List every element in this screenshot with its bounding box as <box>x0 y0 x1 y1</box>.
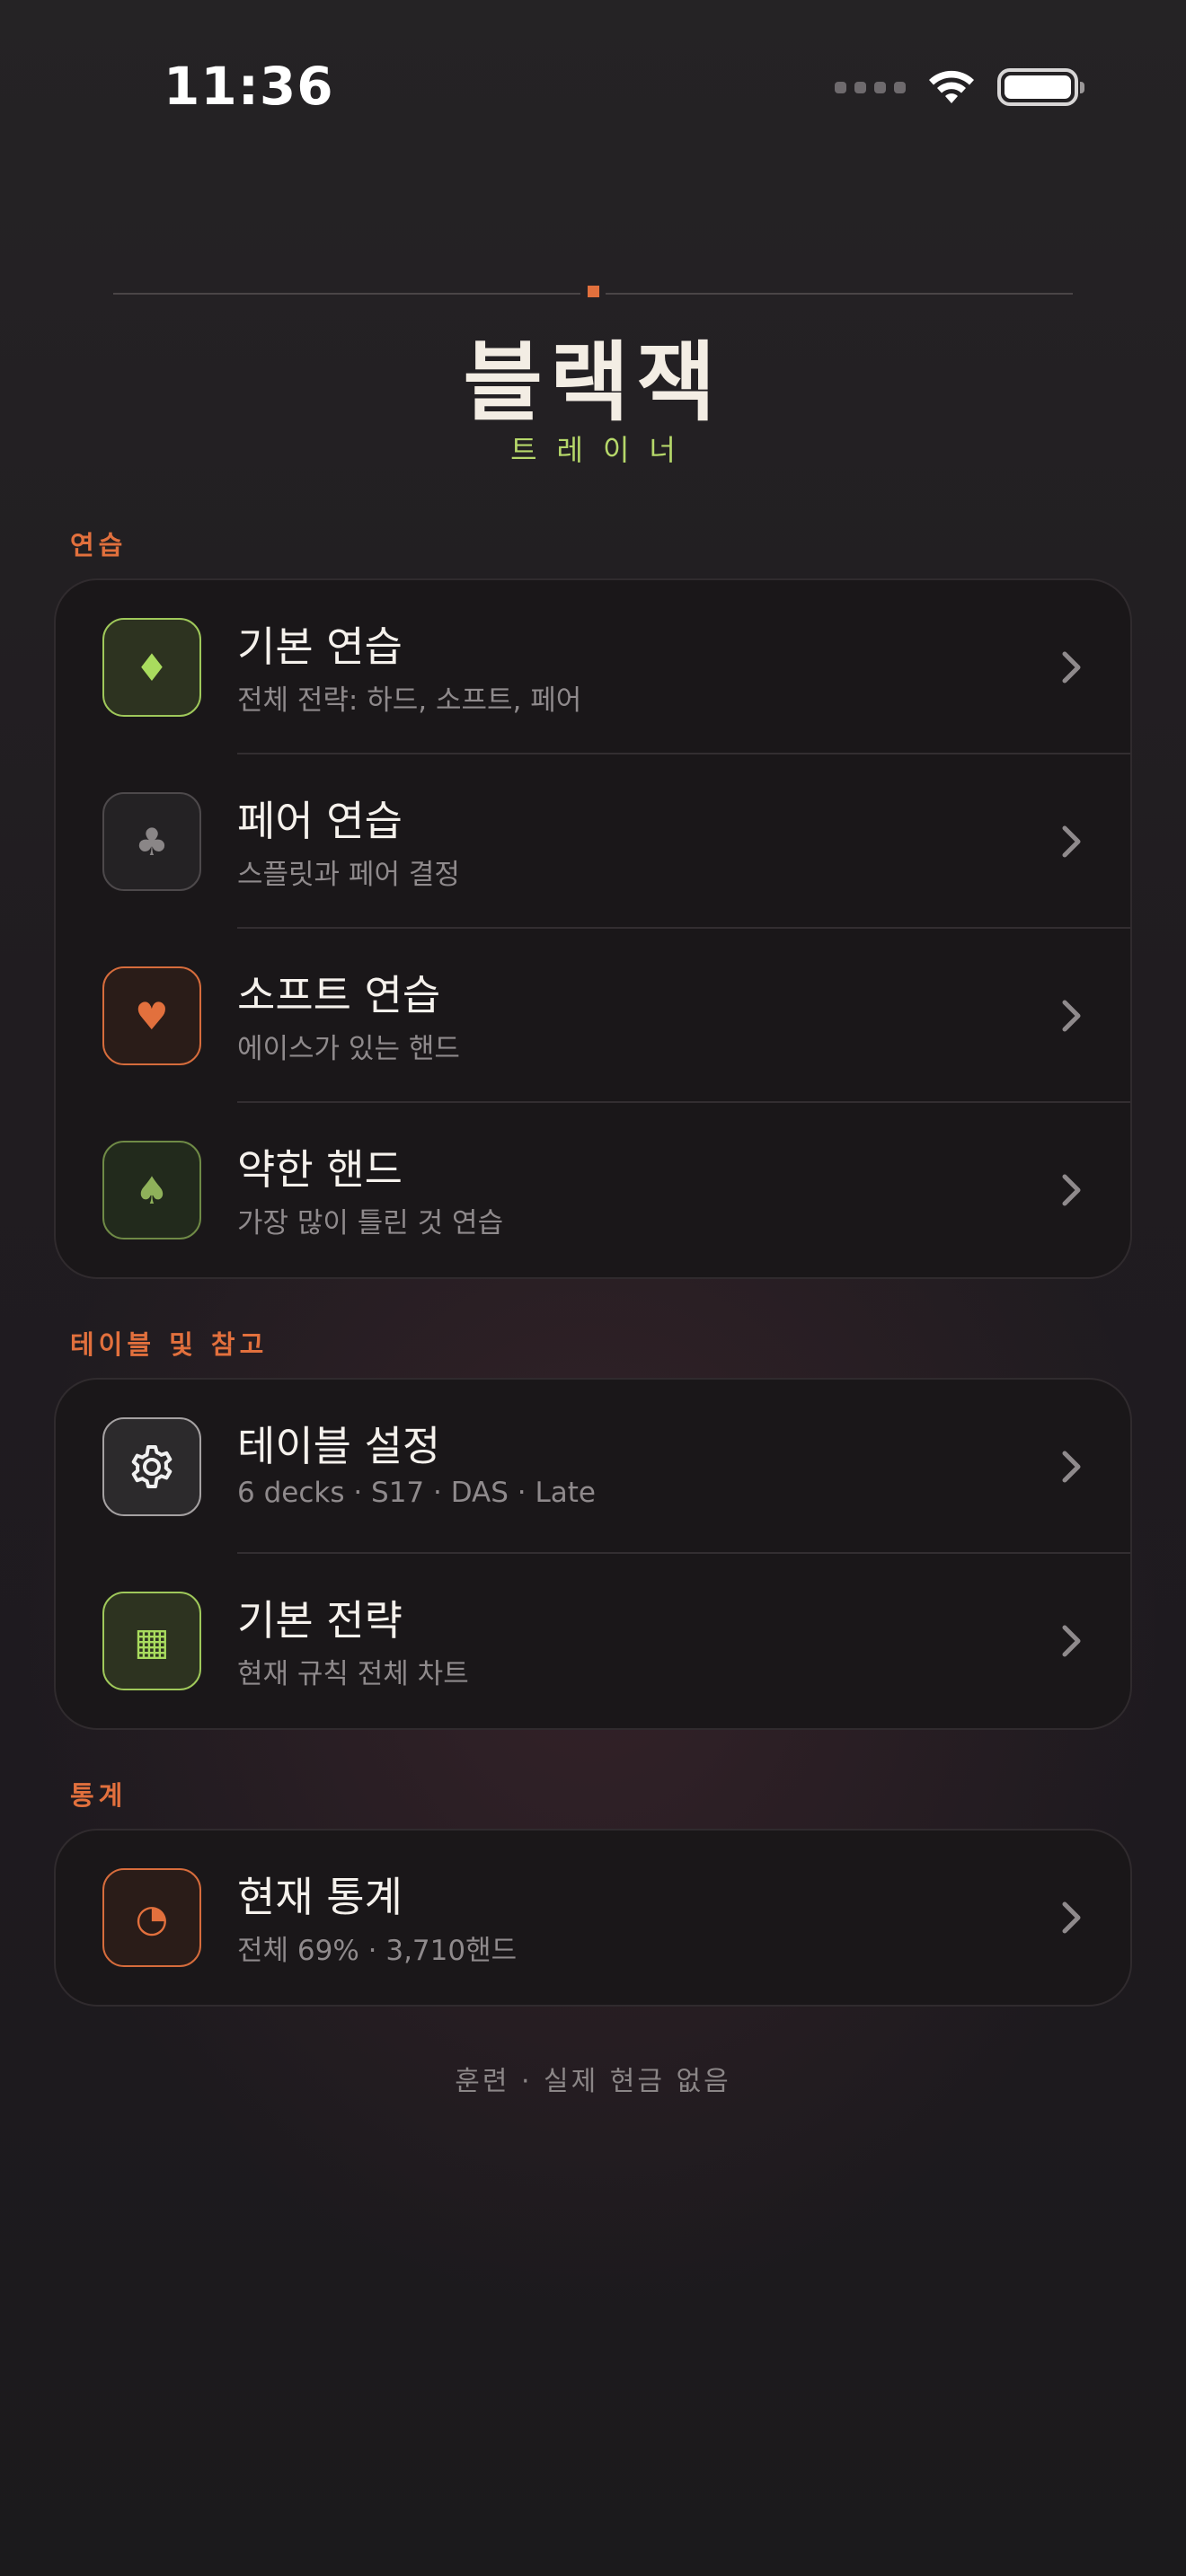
club-icon: ♣ <box>102 792 201 891</box>
header-accent-dot <box>588 286 599 297</box>
table-reference-card: 테이블 설정 6 decks · S17 · DAS · Late ▦ 기본 전… <box>54 1378 1132 1730</box>
row-title: 약한 핸드 <box>237 1145 403 1194</box>
row-title: 기본 전략 <box>237 1596 403 1645</box>
menu-row-basic-practice[interactable]: ♦ 기본 연습 전체 전략: 하드, 소프트, 페어 <box>56 580 1130 754</box>
row-title: 기본 연습 <box>237 622 403 671</box>
chevron-right-icon <box>1062 1901 1081 1934</box>
menu-row-pair-practice[interactable]: ♣ 페어 연습 스플릿과 페어 결정 <box>56 754 1130 929</box>
grid-icon: ▦ <box>102 1592 201 1690</box>
chevron-right-icon <box>1062 1451 1081 1483</box>
chevron-right-icon <box>1062 1625 1081 1657</box>
footer-note: 훈련 · 실제 현금 없음 <box>455 2066 731 2097</box>
chevron-right-icon <box>1062 825 1081 858</box>
chevron-right-icon <box>1062 651 1081 684</box>
status-icons <box>835 65 1084 110</box>
row-subtitle: 에이스가 있는 핸드 <box>237 1033 460 1065</box>
chevron-right-icon <box>1062 1000 1081 1032</box>
app-title: 블랙잭 <box>463 332 723 433</box>
practice-card: ♦ 기본 연습 전체 전략: 하드, 소프트, 페어 ♣ 페어 연습 스플릿과 … <box>54 578 1132 1279</box>
menu-row-soft-practice[interactable]: ♥ 소프트 연습 에이스가 있는 핸드 <box>56 929 1130 1103</box>
status-time: 11:36 <box>164 56 334 117</box>
diamond-icon: ♦ <box>102 618 201 717</box>
menu-row-basic-strategy[interactable]: ▦ 기본 전략 현재 규칙 전체 차트 <box>56 1554 1130 1728</box>
row-subtitle: 전체 69% · 3,710핸드 <box>237 1935 518 1967</box>
app-subtitle: 트레이너 <box>510 433 695 467</box>
stats-card: ◔ 현재 통계 전체 69% · 3,710핸드 <box>54 1829 1132 2007</box>
chevron-right-icon <box>1062 1174 1081 1206</box>
header-rule-right <box>606 293 1073 295</box>
row-subtitle: 현재 규칙 전체 차트 <box>237 1658 469 1690</box>
section-label-stats: 통계 <box>70 1780 128 1811</box>
row-title: 소프트 연습 <box>237 971 441 1019</box>
menu-row-table-settings[interactable]: 테이블 설정 6 decks · S17 · DAS · Late <box>56 1380 1130 1554</box>
header-rule-left <box>113 293 580 295</box>
heart-icon: ♥ <box>102 966 201 1065</box>
battery-icon <box>997 68 1084 106</box>
menu-row-current-stats[interactable]: ◔ 현재 통계 전체 69% · 3,710핸드 <box>56 1831 1130 2005</box>
row-title: 페어 연습 <box>237 797 403 845</box>
menu-row-weak-hands[interactable]: ♠ 약한 핸드 가장 많이 틀린 것 연습 <box>56 1103 1130 1277</box>
section-label-practice: 연습 <box>70 530 128 560</box>
row-subtitle: 가장 많이 틀린 것 연습 <box>237 1207 504 1239</box>
row-subtitle: 스플릿과 페어 결정 <box>237 859 460 891</box>
gear-icon <box>102 1417 201 1516</box>
row-title: 테이블 설정 <box>237 1422 441 1470</box>
row-subtitle: 6 decks · S17 · DAS · Late <box>237 1477 596 1509</box>
spade-icon: ♠ <box>102 1141 201 1239</box>
section-label-table-reference: 테이블 및 참고 <box>70 1329 269 1360</box>
wifi-icon <box>929 70 974 103</box>
pie-chart-icon: ◔ <box>102 1868 201 1967</box>
cellular-icon <box>835 81 906 93</box>
row-subtitle: 전체 전략: 하드, 소프트, 페어 <box>237 684 582 717</box>
row-title: 현재 통계 <box>237 1873 403 1921</box>
